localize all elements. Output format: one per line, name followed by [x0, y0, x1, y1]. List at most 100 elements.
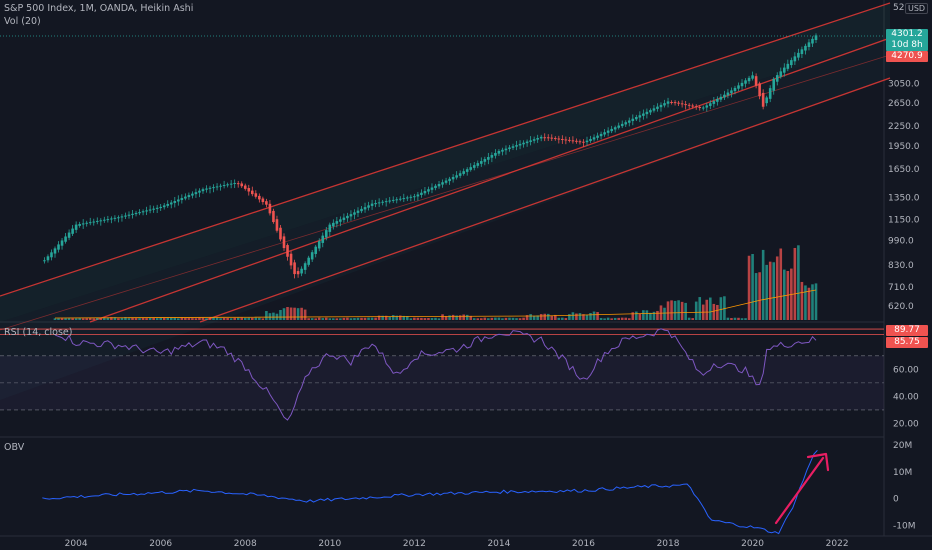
volume-bar: [705, 299, 709, 320]
symbol-title[interactable]: S&P 500 Index, 1M, OANDA, Heikin Ashi: [4, 3, 193, 14]
candle-body: [536, 138, 539, 140]
candle-body: [444, 180, 448, 183]
volume-bar: [53, 318, 57, 320]
volume-bar: [289, 307, 293, 320]
last-price-tag: 4301.2 10d 8h: [886, 29, 928, 51]
time-tick-label: 2020: [741, 539, 764, 549]
volume-bar: [663, 307, 666, 320]
candle-body: [511, 146, 515, 148]
volume-bar: [613, 317, 617, 320]
candle-body: [627, 120, 631, 123]
volume-bar: [624, 317, 628, 320]
candle-body: [656, 106, 659, 109]
volume-bar: [353, 318, 356, 320]
candle-body: [191, 193, 194, 196]
volume-bar: [726, 317, 730, 320]
candle-body: [117, 217, 120, 219]
volume-bar: [712, 303, 716, 320]
volume-bar: [691, 318, 694, 320]
volume-bar: [420, 317, 423, 320]
candle-body: [546, 137, 550, 139]
volume-bar: [261, 318, 265, 320]
volume-bar: [85, 318, 89, 320]
candle-body: [282, 236, 286, 249]
volume-bar: [532, 315, 536, 320]
chart-canvas[interactable]: 3050.0 2650.0 2250.0 1950.0 1650.0 1350.0 1150…: [0, 0, 932, 550]
time-tick-label: 2012: [403, 539, 426, 549]
candle-body: [46, 256, 50, 261]
volume-bar: [585, 314, 589, 320]
volume-bar: [779, 248, 783, 320]
candle-body: [779, 71, 783, 77]
price-axis: 3050.0 2650.0 2250.0 1950.0 1650.0 1350.0 1150…: [888, 79, 920, 312]
candle-body: [677, 102, 680, 104]
volume-bar: [529, 314, 532, 320]
candle-body: [638, 115, 642, 118]
volume-bar: [698, 297, 702, 320]
volume-bar: [268, 313, 272, 320]
obv-label[interactable]: OBV: [4, 442, 24, 453]
volume-bar: [546, 313, 550, 320]
volume-bar: [490, 317, 494, 320]
top-cut-price: 52: [893, 3, 905, 13]
candle-body: [74, 224, 78, 230]
price-tick-label: 710.0: [888, 283, 914, 293]
volume-bar: [279, 309, 282, 320]
volume-bar: [286, 307, 289, 320]
candle-body: [768, 88, 772, 99]
candle-body: [800, 49, 804, 55]
candle-body: [740, 82, 744, 87]
candle-body: [145, 210, 148, 212]
candle-body: [666, 101, 670, 104]
candle-body: [162, 205, 166, 208]
candle-body: [353, 212, 356, 215]
volume-bar: [293, 307, 296, 320]
candle-body: [335, 221, 339, 224]
vol-label[interactable]: Vol (20): [4, 16, 41, 27]
candle-body: [472, 165, 476, 168]
volume-bar: [747, 255, 751, 320]
currency-badge[interactable]: USD: [905, 3, 929, 14]
chart-root: 3050.0 2650.0 2250.0 1950.0 1650.0 1350.0 1150…: [0, 0, 932, 550]
time-tick-label: 2010: [318, 539, 341, 549]
rsi-label[interactable]: RSI (14, close): [4, 327, 72, 338]
volume-bar: [310, 318, 314, 320]
candle-body: [455, 175, 458, 178]
candle-body: [617, 125, 621, 128]
volume-bar: [67, 318, 71, 320]
volume-bar: [761, 249, 765, 320]
candle-body: [624, 122, 628, 125]
price-tick-label: 620.0: [888, 302, 914, 312]
candle-body: [268, 203, 272, 214]
obv-tick-label: 20M: [893, 441, 912, 451]
candle-body: [645, 111, 649, 115]
candle-body: [596, 135, 599, 138]
candle-body: [532, 139, 536, 141]
candle-body: [339, 219, 342, 222]
candle-body: [751, 75, 754, 79]
candle-body: [138, 212, 141, 214]
rsi-tag-a: 89.77: [886, 325, 928, 336]
volume-bar: [370, 317, 374, 320]
candle-body: [342, 217, 346, 220]
candle-body: [360, 208, 363, 212]
volume-bar: [807, 287, 811, 320]
candle-body: [610, 128, 613, 132]
candle-body: [592, 137, 596, 140]
volume-bar: [744, 318, 747, 320]
candle-body: [219, 185, 222, 187]
candle-body: [141, 211, 145, 213]
candle-body: [159, 206, 162, 209]
candle-body: [793, 56, 797, 62]
volume-bar: [578, 313, 582, 320]
candle-body: [236, 183, 240, 185]
volume-bar: [494, 317, 497, 320]
candle-body: [110, 218, 113, 220]
candle-body: [384, 201, 388, 203]
volume-bar: [349, 318, 353, 320]
volume-bar: [363, 317, 367, 320]
candle-body: [747, 77, 751, 82]
candle-body: [67, 232, 71, 238]
volume-bar: [575, 313, 578, 320]
candle-body: [483, 159, 487, 162]
